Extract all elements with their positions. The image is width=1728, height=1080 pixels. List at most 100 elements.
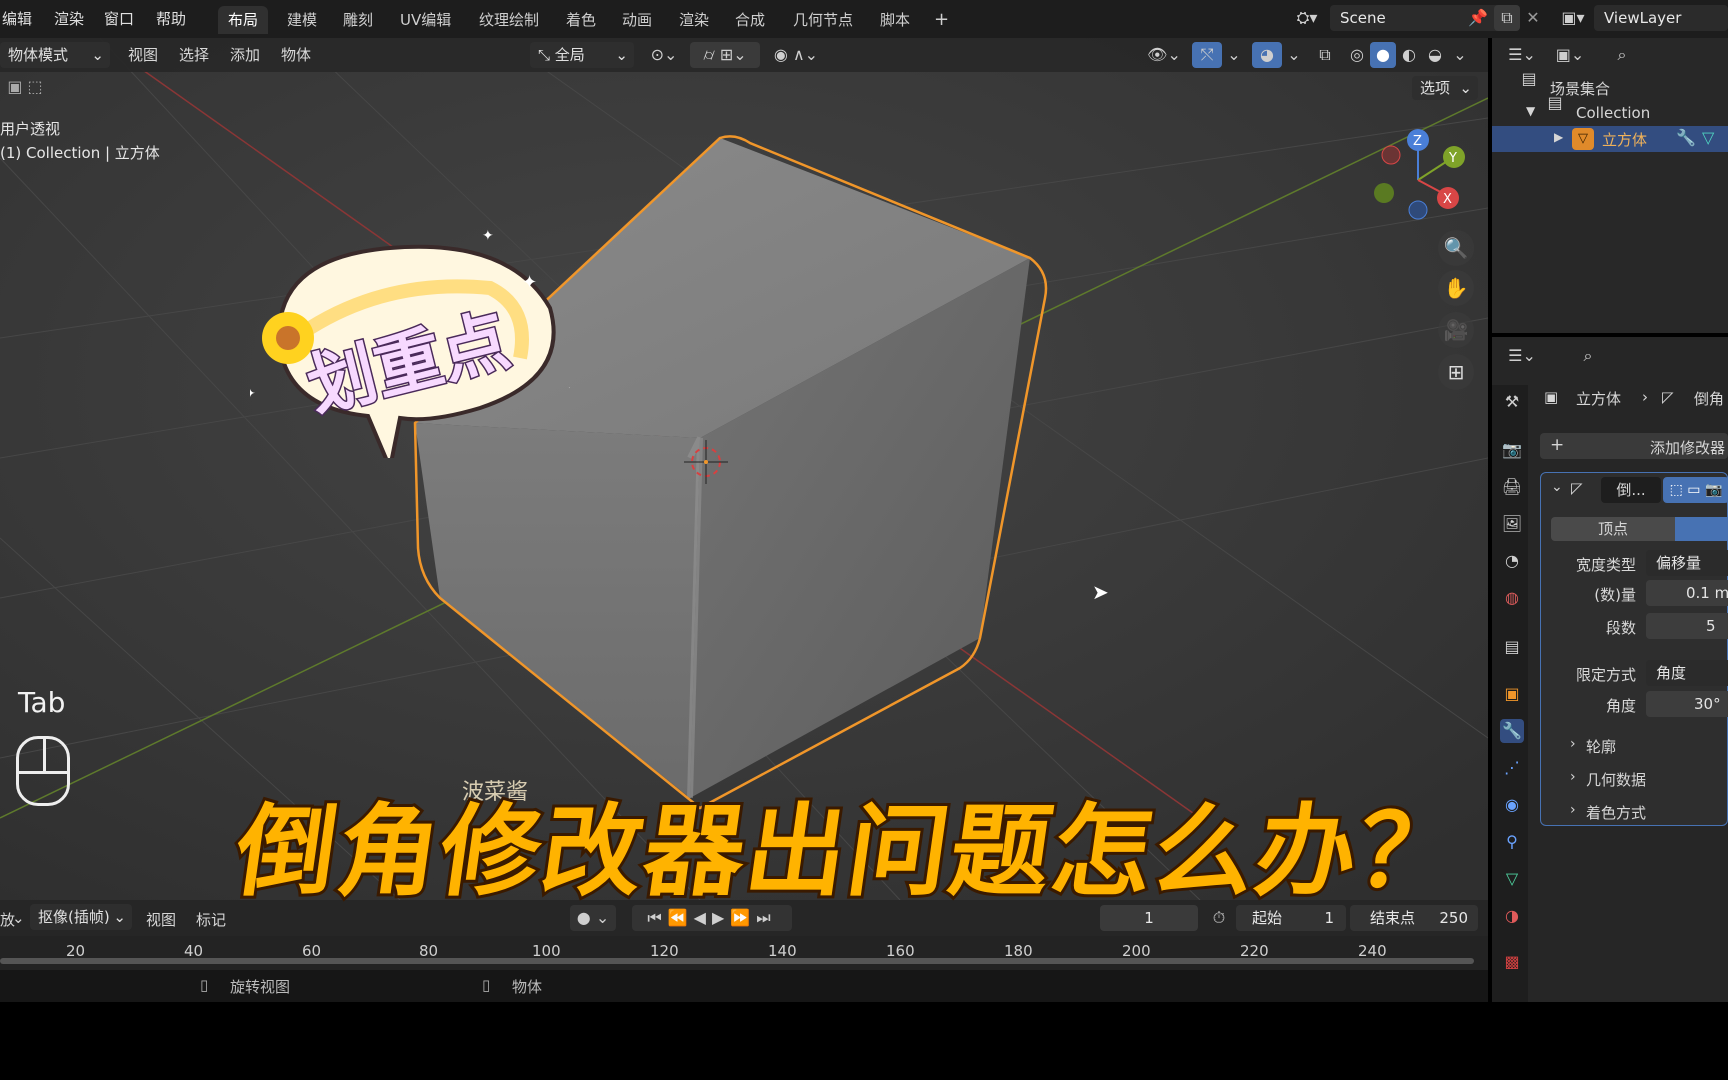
menu-add[interactable]: 添加	[230, 44, 260, 65]
shading-chevron-icon[interactable]: ›	[1570, 802, 1576, 818]
tab-texture-paint[interactable]: 纹理绘制	[469, 6, 549, 34]
overlay-dropdown-icon[interactable]: ⌄	[1284, 42, 1304, 68]
display-mode-icon[interactable]: ▣⌄	[1550, 42, 1590, 68]
ortho-grid-icon[interactable]: ⊞	[1438, 354, 1474, 390]
proportional-edit-icon[interactable]: ◉ ∧⌄	[766, 42, 826, 68]
collection-tab-icon[interactable]: ▤	[1500, 635, 1524, 659]
breadcrumb-object[interactable]: 立方体	[1576, 388, 1621, 409]
rendered-shading-icon[interactable]: ◒	[1422, 42, 1448, 68]
affect-edges-button[interactable]	[1675, 517, 1728, 541]
selected-object-row[interactable]: ▶ ▽ 立方体 🔧 ▽	[1492, 126, 1728, 152]
menu-help[interactable]: 帮助	[156, 8, 186, 29]
zoom-icon[interactable]: 🔍	[1438, 230, 1474, 266]
options-dropdown[interactable]: 选项 ⌄	[1412, 76, 1478, 100]
tab-geometry-nodes[interactable]: 几何节点	[783, 6, 863, 34]
menu-object[interactable]: 物体	[281, 44, 311, 65]
breadcrumb-modifier[interactable]: 倒角	[1694, 388, 1724, 409]
scene-selector-icon[interactable]: ⛭▾	[1290, 5, 1324, 31]
modifier-name-field[interactable]: 倒...	[1601, 477, 1661, 503]
object-expand-icon[interactable]: ▶	[1554, 130, 1563, 144]
new-scene-icon[interactable]: ⧉	[1494, 5, 1520, 31]
profile-subpanel[interactable]: 轮廓	[1586, 736, 1616, 757]
width-type-dropdown[interactable]: 偏移量	[1646, 550, 1728, 576]
world-tab-icon[interactable]: ◍	[1500, 586, 1524, 610]
tab-scripting[interactable]: 脚本	[870, 6, 920, 34]
data-tab-icon[interactable]: ▽	[1500, 867, 1524, 891]
add-modifier-label: 添加修改器	[1650, 439, 1726, 457]
gizmo-toggle-icon[interactable]: ⤲	[1192, 42, 1222, 68]
segments-field[interactable]: 5	[1646, 613, 1728, 639]
angle-field[interactable]: 30°	[1646, 691, 1728, 717]
scene-field[interactable]: Scene	[1330, 5, 1520, 31]
add-workspace-button[interactable]: +	[924, 6, 959, 34]
amount-field[interactable]: 0.1 m	[1646, 580, 1728, 606]
collection-expand-icon[interactable]: ▼	[1526, 104, 1535, 118]
panel-collapse-icon[interactable]: ⌄	[1551, 479, 1563, 495]
mesh-data-icon[interactable]: ▽	[1702, 128, 1714, 147]
pivot-icon[interactable]: ⊙⌄	[644, 42, 684, 68]
affect-vertices-button[interactable]: 顶点	[1551, 517, 1675, 541]
mode-dropdown[interactable]: 物体模式 ⌄	[0, 42, 110, 68]
output-tab-icon[interactable]: 🖨	[1500, 475, 1524, 499]
object-tab-icon[interactable]: ▣	[1500, 682, 1524, 706]
shading-dropdown-icon[interactable]: ⌄	[1450, 42, 1470, 68]
overlay-toggle-icon[interactable]: ◕	[1252, 42, 1282, 68]
geometry-chevron-icon[interactable]: ›	[1570, 769, 1576, 785]
menu-window[interactable]: 窗口	[104, 8, 134, 29]
search-icon[interactable]: ⌕	[1610, 42, 1634, 68]
physics-tab-icon[interactable]: ◉	[1500, 793, 1524, 817]
transform-orientation-dropdown[interactable]: ⤡ 全局 ⌄	[530, 42, 634, 68]
properties-editor-type-icon[interactable]: ☰⌄	[1502, 343, 1542, 369]
tab-animation[interactable]: 动画	[612, 6, 662, 34]
tab-modeling[interactable]: 建模	[277, 6, 327, 34]
visibility-icon[interactable]: 👁⌄	[1144, 42, 1184, 68]
menu-edit[interactable]: 编辑	[2, 8, 32, 29]
tab-sculpting[interactable]: 雕刻	[333, 6, 383, 34]
camera-view-icon[interactable]: 🎥	[1438, 312, 1474, 348]
geometry-subpanel[interactable]: 几何数据	[1586, 769, 1646, 790]
navigation-gizmo[interactable]: Z Y X	[1370, 128, 1480, 238]
selection-mode-icon[interactable]: ▣ ⬚	[0, 74, 50, 100]
material-shading-icon[interactable]: ◐	[1396, 42, 1422, 68]
menu-view[interactable]: 视图	[128, 44, 158, 65]
render-tab-icon[interactable]: 📷	[1500, 438, 1524, 462]
tab-compositing[interactable]: 合成	[725, 6, 775, 34]
collection-label[interactable]: Collection	[1576, 104, 1650, 122]
modifier-wrench-icon[interactable]: 🔧	[1676, 128, 1696, 147]
tab-shading[interactable]: 着色	[556, 6, 606, 34]
keying-dropdown[interactable]: 抠像(插帧) ⌄	[30, 904, 132, 930]
properties-search-icon[interactable]: ⌕	[1576, 343, 1600, 369]
texture-tab-icon[interactable]: ▩	[1500, 950, 1524, 974]
tab-layout[interactable]: 布局	[218, 6, 269, 34]
pin-icon[interactable]: 📌	[1466, 5, 1490, 31]
gizmo-dropdown-icon[interactable]: ⌄	[1224, 42, 1244, 68]
constraints-tab-icon[interactable]: ⚲	[1500, 830, 1524, 854]
add-modifier-button[interactable]: + 添加修改器	[1540, 433, 1728, 459]
xray-icon[interactable]: ⧉	[1312, 42, 1338, 68]
solid-shading-icon[interactable]: ●	[1370, 42, 1396, 68]
tab-uv-editing[interactable]: UV编辑	[390, 6, 461, 34]
editor-type-icon[interactable]: ☰⌄	[1502, 42, 1542, 68]
timeline-menu-view[interactable]: 视图	[146, 909, 176, 930]
timeline-menu-marker[interactable]: 标记	[196, 909, 226, 930]
particles-tab-icon[interactable]: ⋰	[1500, 756, 1524, 780]
wireframe-shading-icon[interactable]: ◎	[1344, 42, 1370, 68]
viewlayer-selector-icon[interactable]: ▣▾	[1556, 5, 1590, 31]
snap-icon[interactable]: ⌭ ⊞⌄	[690, 42, 760, 68]
profile-chevron-icon[interactable]: ›	[1570, 736, 1576, 752]
shading-subpanel[interactable]: 着色方式	[1586, 802, 1646, 823]
playback-chevron-icon[interactable]: ⌄	[12, 909, 25, 927]
close-scene-icon[interactable]: ✕	[1522, 5, 1544, 31]
modifier-tab-icon[interactable]: 🔧	[1500, 719, 1524, 743]
menu-select[interactable]: 选择	[179, 44, 209, 65]
view-layer-tab-icon[interactable]: 🖼	[1500, 512, 1524, 536]
material-tab-icon[interactable]: ◑	[1500, 904, 1524, 928]
tool-tab-icon[interactable]: ⚒	[1500, 390, 1524, 414]
pan-hand-icon[interactable]: ✋	[1438, 270, 1474, 306]
tab-rendering[interactable]: 渲染	[669, 6, 719, 34]
modifier-visibility-icons[interactable]: ⬚ ▭ 📷	[1663, 477, 1728, 503]
viewlayer-field[interactable]: ViewLayer	[1594, 5, 1728, 31]
scene-tab-icon[interactable]: ◔	[1500, 549, 1524, 573]
menu-render[interactable]: 渲染	[54, 8, 84, 29]
limit-method-dropdown[interactable]: 角度	[1646, 660, 1728, 686]
